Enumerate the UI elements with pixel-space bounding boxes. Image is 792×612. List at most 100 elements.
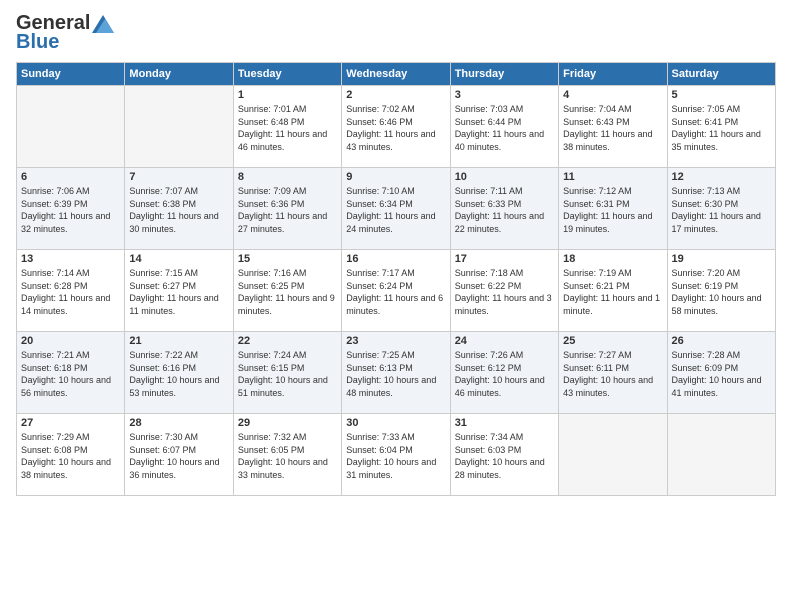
day-number: 16 (346, 253, 445, 265)
calendar-cell: 19 Sunrise: 7:20 AMSunset: 6:19 PMDayligh… (667, 250, 775, 332)
page: General Blue SundayMondayTuesdayWednesda… (0, 0, 792, 612)
calendar-cell: 29Sunrise: 7:32 AMSunset: 6:05 PMDayligh… (233, 414, 341, 496)
day-number: 25 (563, 335, 662, 347)
calendar-cell: 2 Sunrise: 7:02 AMSunset: 6:46 PMDaylight… (342, 86, 450, 168)
calendar-cell: 10 Sunrise: 7:11 AMSunset: 6:33 PMDayligh… (450, 168, 558, 250)
day-info: Sunrise: 7:29 AMSunset: 6:08 PMDaylight:… (21, 431, 120, 481)
day-number: 15 (238, 253, 337, 265)
day-info: Sunrise: 7:05 AMSunset: 6:41 PMDaylight:… (672, 103, 771, 153)
day-number: 8 (238, 171, 337, 183)
day-info: Sunrise: 7:10 AMSunset: 6:34 PMDaylight:… (346, 185, 445, 235)
calendar-cell: 1 Sunrise: 7:01 AMSunset: 6:48 PMDaylight… (233, 86, 341, 168)
calendar-header-row: SundayMondayTuesdayWednesdayThursdayFrid… (17, 63, 776, 86)
day-number: 29 (238, 417, 337, 429)
day-number: 10 (455, 171, 554, 183)
calendar-week-row: 1 Sunrise: 7:01 AMSunset: 6:48 PMDaylight… (17, 86, 776, 168)
day-number: 2 (346, 89, 445, 101)
day-info: Sunrise: 7:25 AMSunset: 6:13 PMDaylight:… (346, 349, 445, 399)
calendar-cell: 22Sunrise: 7:24 AMSunset: 6:15 PMDayligh… (233, 332, 341, 414)
day-number: 23 (346, 335, 445, 347)
day-number: 6 (21, 171, 120, 183)
calendar-header-monday: Monday (125, 63, 233, 86)
calendar-header-tuesday: Tuesday (233, 63, 341, 86)
logo-blue: Blue (16, 31, 59, 54)
day-number: 21 (129, 335, 228, 347)
calendar-cell: 3Sunrise: 7:03 AMSunset: 6:44 PMDaylight… (450, 86, 558, 168)
calendar-cell: 13 Sunrise: 7:14 AMSunset: 6:28 PMDayligh… (17, 250, 125, 332)
day-info: Sunrise: 7:22 AMSunset: 6:16 PMDaylight:… (129, 349, 228, 399)
calendar-cell: 17 Sunrise: 7:18 AMSunset: 6:22 PMDayligh… (450, 250, 558, 332)
day-number: 27 (21, 417, 120, 429)
day-number: 14 (129, 253, 228, 265)
day-info: Sunrise: 7:20 AMSunset: 6:19 PMDaylight:… (672, 267, 771, 317)
calendar-week-row: 6 Sunrise: 7:06 AMSunset: 6:39 PMDaylight… (17, 168, 776, 250)
calendar-cell: 18Sunrise: 7:19 AMSunset: 6:21 PMDayligh… (559, 250, 667, 332)
calendar-cell: 31 Sunrise: 7:34 AMSunset: 6:03 PMDayligh… (450, 414, 558, 496)
calendar-cell: 14 Sunrise: 7:15 AMSunset: 6:27 PMDayligh… (125, 250, 233, 332)
day-number: 4 (563, 89, 662, 101)
day-number: 1 (238, 89, 337, 101)
calendar-cell: 15 Sunrise: 7:16 AMSunset: 6:25 PMDayligh… (233, 250, 341, 332)
calendar-cell: 7 Sunrise: 7:07 AMSunset: 6:38 PMDaylight… (125, 168, 233, 250)
logo: General Blue (16, 12, 114, 54)
calendar-header-thursday: Thursday (450, 63, 558, 86)
day-number: 5 (672, 89, 771, 101)
day-info: Sunrise: 7:09 AMSunset: 6:36 PMDaylight:… (238, 185, 337, 235)
day-number: 26 (672, 335, 771, 347)
day-number: 28 (129, 417, 228, 429)
calendar-cell: 11 Sunrise: 7:12 AMSunset: 6:31 PMDayligh… (559, 168, 667, 250)
calendar-cell: 26 Sunrise: 7:28 AMSunset: 6:09 PMDayligh… (667, 332, 775, 414)
day-number: 11 (563, 171, 662, 183)
day-info: Sunrise: 7:11 AMSunset: 6:33 PMDaylight:… (455, 185, 554, 235)
day-number: 31 (455, 417, 554, 429)
day-number: 9 (346, 171, 445, 183)
day-info: Sunrise: 7:28 AMSunset: 6:09 PMDaylight:… (672, 349, 771, 399)
day-number: 17 (455, 253, 554, 265)
day-number: 7 (129, 171, 228, 183)
calendar-week-row: 20 Sunrise: 7:21 AMSunset: 6:18 PMDayligh… (17, 332, 776, 414)
calendar-cell (667, 414, 775, 496)
day-info: Sunrise: 7:12 AMSunset: 6:31 PMDaylight:… (563, 185, 662, 235)
calendar-cell: 20 Sunrise: 7:21 AMSunset: 6:18 PMDayligh… (17, 332, 125, 414)
day-number: 13 (21, 253, 120, 265)
day-info: Sunrise: 7:24 AMSunset: 6:15 PMDaylight:… (238, 349, 337, 399)
day-info: Sunrise: 7:13 AMSunset: 6:30 PMDaylight:… (672, 185, 771, 235)
calendar-cell: 6 Sunrise: 7:06 AMSunset: 6:39 PMDaylight… (17, 168, 125, 250)
day-info: Sunrise: 7:16 AMSunset: 6:25 PMDaylight:… (238, 267, 337, 317)
day-info: Sunrise: 7:15 AMSunset: 6:27 PMDaylight:… (129, 267, 228, 317)
calendar-cell: 12Sunrise: 7:13 AMSunset: 6:30 PMDayligh… (667, 168, 775, 250)
day-info: Sunrise: 7:14 AMSunset: 6:28 PMDaylight:… (21, 267, 120, 317)
calendar-cell: 16Sunrise: 7:17 AMSunset: 6:24 PMDayligh… (342, 250, 450, 332)
day-info: Sunrise: 7:27 AMSunset: 6:11 PMDaylight:… (563, 349, 662, 399)
day-number: 20 (21, 335, 120, 347)
calendar-cell (125, 86, 233, 168)
day-info: Sunrise: 7:19 AMSunset: 6:21 PMDaylight:… (563, 267, 662, 317)
day-info: Sunrise: 7:30 AMSunset: 6:07 PMDaylight:… (129, 431, 228, 481)
logo-icon (92, 15, 114, 33)
day-info: Sunrise: 7:18 AMSunset: 6:22 PMDaylight:… (455, 267, 554, 317)
header: General Blue (16, 12, 776, 54)
calendar-cell: 24Sunrise: 7:26 AMSunset: 6:12 PMDayligh… (450, 332, 558, 414)
day-info: Sunrise: 7:06 AMSunset: 6:39 PMDaylight:… (21, 185, 120, 235)
calendar-week-row: 27 Sunrise: 7:29 AMSunset: 6:08 PMDayligh… (17, 414, 776, 496)
calendar-header-sunday: Sunday (17, 63, 125, 86)
day-number: 24 (455, 335, 554, 347)
calendar-cell: 9 Sunrise: 7:10 AMSunset: 6:34 PMDaylight… (342, 168, 450, 250)
day-info: Sunrise: 7:21 AMSunset: 6:18 PMDaylight:… (21, 349, 120, 399)
calendar-table: SundayMondayTuesdayWednesdayThursdayFrid… (16, 62, 776, 496)
day-info: Sunrise: 7:02 AMSunset: 6:46 PMDaylight:… (346, 103, 445, 153)
day-info: Sunrise: 7:01 AMSunset: 6:48 PMDaylight:… (238, 103, 337, 153)
calendar-cell: 4 Sunrise: 7:04 AMSunset: 6:43 PMDaylight… (559, 86, 667, 168)
day-number: 30 (346, 417, 445, 429)
calendar-header-friday: Friday (559, 63, 667, 86)
calendar-week-row: 13 Sunrise: 7:14 AMSunset: 6:28 PMDayligh… (17, 250, 776, 332)
calendar-cell: 27 Sunrise: 7:29 AMSunset: 6:08 PMDayligh… (17, 414, 125, 496)
calendar-cell: 28 Sunrise: 7:30 AMSunset: 6:07 PMDayligh… (125, 414, 233, 496)
calendar-cell (559, 414, 667, 496)
day-info: Sunrise: 7:07 AMSunset: 6:38 PMDaylight:… (129, 185, 228, 235)
day-info: Sunrise: 7:04 AMSunset: 6:43 PMDaylight:… (563, 103, 662, 153)
day-info: Sunrise: 7:34 AMSunset: 6:03 PMDaylight:… (455, 431, 554, 481)
calendar-header-saturday: Saturday (667, 63, 775, 86)
calendar-cell: 25 Sunrise: 7:27 AMSunset: 6:11 PMDayligh… (559, 332, 667, 414)
day-number: 19 (672, 253, 771, 265)
